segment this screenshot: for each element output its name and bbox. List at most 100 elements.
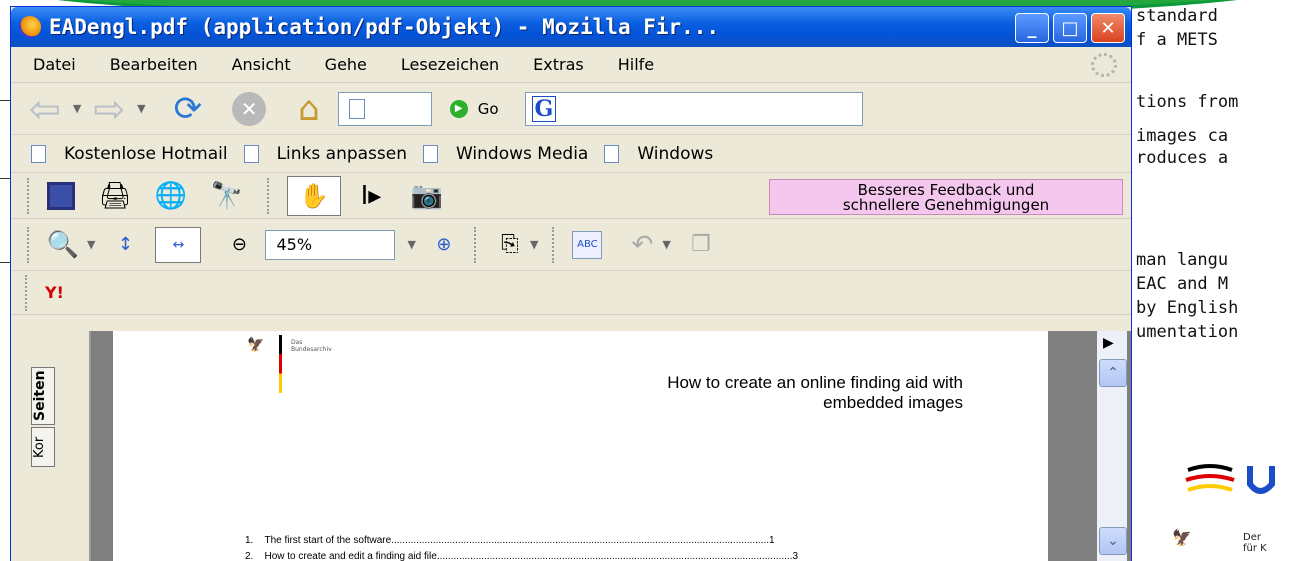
navigation-toolbar: ⇦ ▼ ⇨ ▼ ⟳ ✕ ⌂ ▶ Go G: [11, 83, 1131, 135]
window-title: EADengl.pdf (application/pdf-Objekt) - M…: [49, 15, 720, 39]
eu-logo-icon: [1185, 464, 1275, 494]
divider: [0, 178, 10, 179]
minimize-button[interactable]: _: [1015, 13, 1049, 43]
vertical-scrollbar[interactable]: ▶ ⌃ ⌄: [1097, 331, 1127, 561]
yahoo-toolbar: Y!: [11, 271, 1131, 315]
hand-tool-icon[interactable]: ✋: [287, 175, 341, 216]
feedback-banner[interactable]: Besseres Feedback und schnellere Genehmi…: [769, 179, 1123, 215]
zoom-plus-icon[interactable]: ⊕: [428, 230, 460, 260]
forward-icon[interactable]: ⇨: [93, 90, 125, 128]
chevron-down-icon[interactable]: ▼: [87, 238, 95, 251]
zoom-in-icon[interactable]: 🔍: [47, 230, 79, 260]
yahoo-icon[interactable]: Y!: [45, 283, 64, 302]
snapshot-icon[interactable]: 📷: [411, 181, 443, 211]
copy-icon[interactable]: ❐: [685, 230, 717, 260]
toolbar-grip[interactable]: [25, 274, 29, 311]
bg-text-line: EAC and M: [1136, 274, 1229, 294]
toolbar-grip[interactable]: [473, 226, 478, 263]
title-bar[interactable]: EADengl.pdf (application/pdf-Objekt) - M…: [11, 7, 1131, 47]
bookmark-item[interactable]: Windows: [604, 144, 713, 164]
page-icon: [31, 144, 46, 163]
chevron-down-icon[interactable]: ▼: [137, 102, 145, 115]
text-select-icon[interactable]: I▸: [355, 181, 387, 211]
divider: [0, 262, 10, 263]
reload-icon[interactable]: ⟳: [174, 89, 203, 129]
document-title: How to create an online finding aid with…: [667, 373, 963, 412]
menu-extras[interactable]: Extras: [533, 55, 584, 74]
undo-icon[interactable]: ↶: [626, 230, 658, 260]
bg-text-line: images ca: [1136, 126, 1229, 146]
scroll-up-button[interactable]: ⌃: [1099, 359, 1127, 387]
back-icon[interactable]: ⇦: [29, 90, 61, 128]
page-icon: [348, 98, 365, 119]
spellcheck-icon[interactable]: ABC: [572, 230, 603, 259]
bookmarks-toolbar: Kostenlose Hotmail Links anpassen Window…: [11, 135, 1131, 173]
fit-page-icon[interactable]: ↕: [109, 230, 141, 260]
stop-icon[interactable]: ✕: [232, 91, 267, 126]
menu-gehe[interactable]: Gehe: [325, 55, 367, 74]
chevron-down-icon[interactable]: ▼: [530, 238, 538, 251]
search-input[interactable]: G: [524, 91, 863, 126]
chevron-down-icon[interactable]: ▼: [662, 238, 670, 251]
zoom-input[interactable]: 45%: [265, 229, 396, 260]
url-input[interactable]: [337, 91, 432, 126]
menu-lesezeichen[interactable]: Lesezeichen: [401, 55, 499, 74]
toolbar-grip[interactable]: [27, 226, 31, 263]
email-icon[interactable]: 🌐: [155, 181, 187, 211]
scroll-down-button[interactable]: ⌄: [1099, 527, 1127, 555]
bg-text-line: roduces a: [1136, 148, 1229, 168]
rotate-page-icon[interactable]: ⎘: [494, 230, 526, 260]
toc-item[interactable]: 2. How to create and edit a finding aid …: [245, 551, 1065, 561]
menu-ansicht[interactable]: Ansicht: [232, 55, 291, 74]
home-icon[interactable]: ⌂: [298, 89, 320, 129]
menu-bearbeiten[interactable]: Bearbeiten: [110, 55, 198, 74]
go-button[interactable]: ▶ Go: [449, 99, 499, 118]
menu-datei[interactable]: Datei: [33, 55, 76, 74]
toolbar-grip[interactable]: [552, 226, 556, 263]
tab-seiten[interactable]: Seiten: [31, 367, 55, 425]
page-icon: [604, 144, 620, 163]
fit-width-icon[interactable]: ↔: [155, 226, 202, 263]
chevron-down-icon[interactable]: ▼: [73, 102, 81, 115]
zoom-out-icon[interactable]: ⊖: [223, 230, 255, 260]
chevron-right-icon[interactable]: ▶: [1103, 335, 1114, 351]
tab-kommentare[interactable]: Kor: [31, 427, 55, 467]
toolbar-grip[interactable]: [27, 177, 31, 214]
bg-org-label: Der für K: [1243, 532, 1267, 554]
page-icon: [243, 144, 259, 163]
bookmark-item[interactable]: Kostenlose Hotmail: [31, 144, 228, 164]
close-button[interactable]: ✕: [1091, 13, 1125, 43]
throbber-icon: [1091, 53, 1117, 77]
bookmark-label: Windows: [637, 143, 714, 164]
bookmark-item[interactable]: Links anpassen: [243, 143, 407, 164]
firefox-icon: [19, 16, 41, 38]
eagle-icon: 🦅: [1172, 528, 1192, 547]
feedback-line: schnellere Genehmigungen: [842, 196, 1050, 214]
go-icon: ▶: [449, 99, 468, 118]
search-icon[interactable]: 🔭: [211, 181, 243, 211]
bookmark-label: Windows Media: [456, 143, 589, 164]
flag-stripe: [279, 335, 282, 393]
divider: [0, 100, 10, 101]
acrobat-toolbar: 🖨 🌐 🔭 ✋ I▸ 📷 Besseres Feedback und schne…: [11, 173, 1131, 219]
google-icon: G: [531, 95, 557, 122]
bg-text-line: f a METS: [1136, 30, 1218, 50]
toolbar-grip[interactable]: [267, 177, 271, 214]
bg-text-line: man langu: [1136, 250, 1229, 270]
bookmark-item[interactable]: Windows Media: [423, 144, 588, 164]
bookmark-label: Links anpassen: [276, 143, 407, 164]
print-icon[interactable]: 🖨: [99, 181, 132, 211]
pdf-page[interactable]: 🦅 Das Bundesarchiv How to create an onlin…: [113, 331, 1048, 561]
toc-item[interactable]: 1. The first start of the software......…: [245, 535, 1065, 546]
bg-text-line: by English: [1136, 298, 1239, 318]
org-label: Das Bundesarchiv: [291, 339, 332, 353]
bookmark-label: Kostenlose Hotmail: [64, 143, 228, 164]
bg-text-line: standard: [1136, 6, 1218, 26]
menu-hilfe[interactable]: Hilfe: [618, 55, 654, 74]
go-label: Go: [477, 99, 499, 118]
save-icon[interactable]: [47, 181, 75, 210]
chevron-down-icon[interactable]: ▼: [407, 238, 415, 251]
maximize-button[interactable]: □: [1053, 13, 1087, 43]
eagle-icon: 🦅: [247, 337, 265, 353]
side-tabs: Seiten Kor: [11, 331, 91, 561]
